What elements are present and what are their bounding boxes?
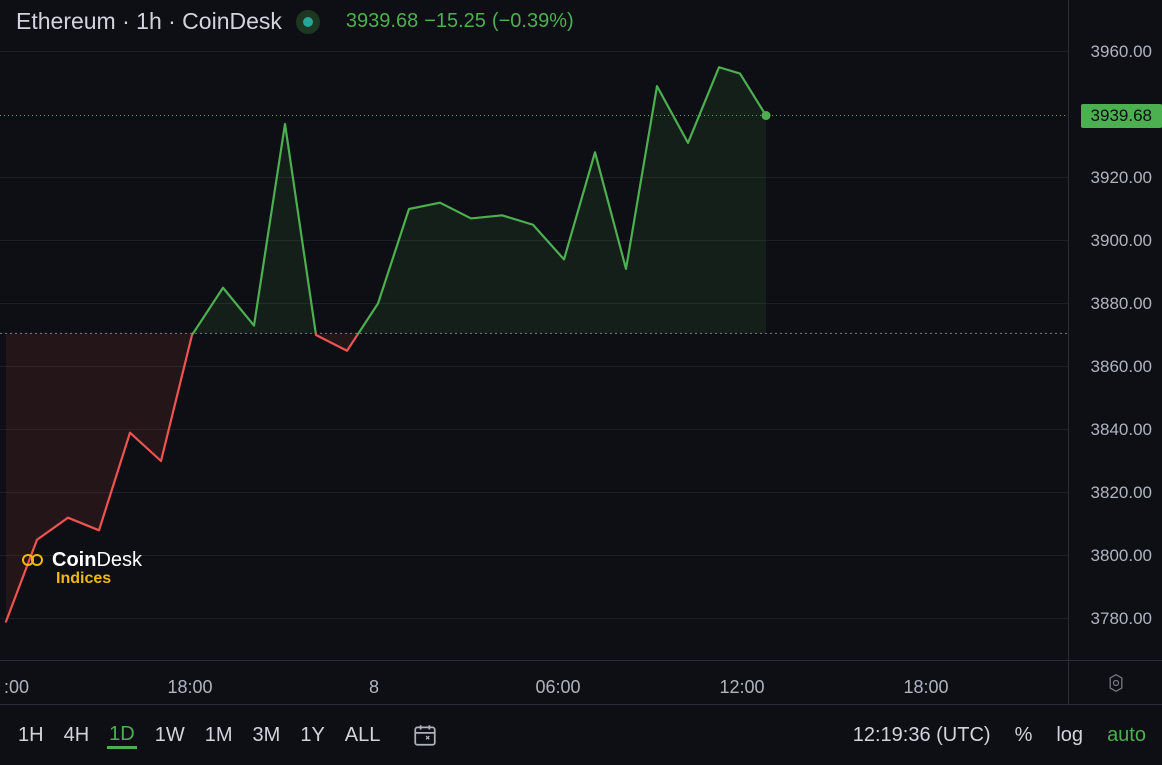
- watermark-brand2: Desk: [96, 549, 142, 571]
- range-3m[interactable]: 3M: [251, 722, 283, 749]
- goto-date-button[interactable]: [412, 722, 438, 748]
- clock-label[interactable]: 12:19:36 (UTC): [853, 724, 991, 747]
- y-tick-label: 3880.00: [1091, 294, 1152, 314]
- range-1m[interactable]: 1M: [203, 722, 235, 749]
- chart-header: Ethereum · 1h · CoinDesk 3939.68 −15.25 …: [16, 8, 574, 35]
- range-4h[interactable]: 4H: [62, 722, 92, 749]
- x-tick-label: 18:00: [167, 677, 212, 698]
- range-1w[interactable]: 1W: [153, 722, 187, 749]
- range-1h[interactable]: 1H: [16, 722, 46, 749]
- current-price-tag: 3939.68: [1081, 104, 1162, 128]
- y-tick-label: 3860.00: [1091, 357, 1152, 377]
- y-tick-label: 3840.00: [1091, 420, 1152, 440]
- provider-watermark: CoinDesk Indices: [22, 548, 142, 588]
- percent-toggle[interactable]: %: [1015, 724, 1033, 747]
- axis-settings-button[interactable]: [1068, 660, 1162, 705]
- y-axis[interactable]: 3960.00 3920.00 3900.00 3880.00 3860.00 3840.…: [1068, 0, 1162, 660]
- x-tick-label: 06:00: [535, 677, 580, 698]
- time-range-group: 1H 4H 1D 1W 1M 3M 1Y ALL: [16, 721, 382, 749]
- y-tick-label: 3800.00: [1091, 546, 1152, 566]
- x-tick-label: 12:00: [719, 677, 764, 698]
- y-tick-label: 3900.00: [1091, 231, 1152, 251]
- x-tick-label: :00: [4, 677, 29, 698]
- coindesk-logo-icon: [22, 548, 46, 572]
- y-tick-label: 3780.00: [1091, 609, 1152, 629]
- log-toggle[interactable]: log: [1056, 724, 1083, 747]
- gear-icon: [1106, 673, 1126, 693]
- last-price: 3939.68: [346, 10, 418, 33]
- watermark-brand1: Coin: [52, 549, 96, 571]
- chart-pane[interactable]: [0, 0, 1068, 660]
- quote-block: 3939.68 −15.25 (−0.39%): [346, 10, 574, 33]
- symbol-title[interactable]: Ethereum · 1h · CoinDesk: [16, 8, 282, 35]
- auto-scale-toggle[interactable]: auto: [1107, 724, 1146, 747]
- market-status-dot: [296, 10, 320, 34]
- bottom-toolbar: 1H 4H 1D 1W 1M 3M 1Y ALL 12:19:36 (UTC) % log a…: [0, 705, 1162, 765]
- price-change: −15.25: [424, 10, 486, 33]
- range-1d[interactable]: 1D: [107, 721, 137, 749]
- y-tick-label: 3820.00: [1091, 483, 1152, 503]
- x-tick-label: 18:00: [903, 677, 948, 698]
- range-1y[interactable]: 1Y: [298, 722, 326, 749]
- range-all[interactable]: ALL: [343, 722, 383, 749]
- watermark-sub: Indices: [56, 570, 142, 588]
- x-tick-label: 8: [369, 677, 379, 698]
- y-tick-label: 3920.00: [1091, 168, 1152, 188]
- price-chart-svg: [0, 0, 1068, 660]
- x-axis[interactable]: :00 18:00 8 06:00 12:00 18:00: [0, 660, 1068, 705]
- y-tick-label: 3960.00: [1091, 42, 1152, 62]
- price-change-pct: (−0.39%): [492, 10, 574, 33]
